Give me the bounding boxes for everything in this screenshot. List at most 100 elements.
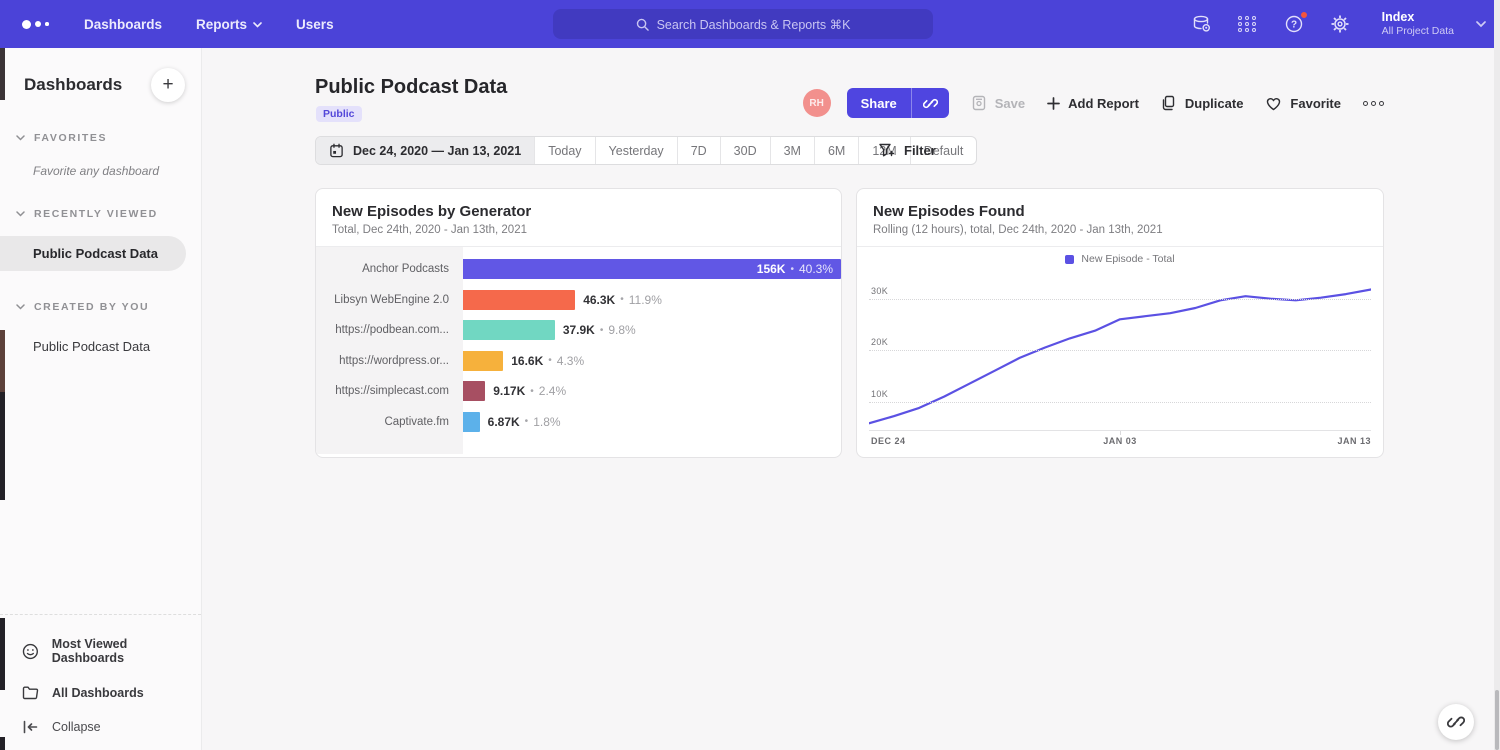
- share-link-button[interactable]: [911, 88, 949, 118]
- sidebar-section-created-by-you[interactable]: CREATED BY YOU: [16, 301, 201, 313]
- duplicate-button[interactable]: Duplicate: [1161, 95, 1244, 111]
- preset-today[interactable]: Today: [535, 137, 595, 164]
- bar-simplecast[interactable]: [463, 381, 485, 401]
- preset-3m[interactable]: 3M: [771, 137, 815, 164]
- bar-wordpress[interactable]: [463, 351, 503, 371]
- nav-item-label: Reports: [196, 17, 247, 32]
- nav-item-users[interactable]: Users: [296, 17, 334, 32]
- bar-captivate[interactable]: [463, 412, 480, 432]
- all-dashboards-button[interactable]: All Dashboards: [22, 675, 201, 710]
- bar-value: 6.87K: [488, 415, 520, 429]
- filter-funnel-icon: [878, 142, 895, 159]
- mixpanel-logo-icon[interactable]: [22, 20, 66, 29]
- card-new-episodes-found[interactable]: New Episodes Found Rolling (12 hours), t…: [856, 188, 1384, 458]
- add-report-label: Add Report: [1068, 96, 1139, 111]
- value-separator: •: [620, 294, 624, 305]
- nav-right-icons: ? Index All Project Data: [1192, 0, 1486, 48]
- bar-chart-plot: 156K•40.3% 46.3K•11.9% 37.9K•9.8% 16.6K•…: [463, 247, 841, 454]
- settings-gear-icon[interactable]: [1330, 14, 1350, 34]
- copy-link-fab[interactable]: [1438, 704, 1474, 740]
- bar-chart-category-axis: Anchor Podcasts Libsyn WebEngine 2.0 htt…: [316, 247, 463, 454]
- bar-row[interactable]: 37.9K•9.8%: [463, 315, 841, 346]
- chart-legend[interactable]: New Episode - Total: [857, 247, 1383, 271]
- bar-value: 37.9K: [563, 323, 595, 337]
- scrollbar[interactable]: [1494, 0, 1500, 750]
- search-input[interactable]: Search Dashboards & Reports ⌘K: [553, 9, 933, 39]
- project-subtitle: All Project Data: [1382, 25, 1454, 38]
- preset-30d[interactable]: 30D: [721, 137, 771, 164]
- preset-6m[interactable]: 6M: [815, 137, 859, 164]
- project-name: Index: [1382, 10, 1454, 25]
- section-label: RECENTLY VIEWED: [34, 208, 158, 220]
- bar-row[interactable]: 9.17K•2.4%: [463, 376, 841, 407]
- bar-libsyn[interactable]: [463, 290, 575, 310]
- nav-item-reports[interactable]: Reports: [196, 17, 262, 32]
- bar-value: 46.3K: [583, 293, 615, 307]
- line-chart-plot: 30K 20K 10K: [869, 273, 1371, 430]
- bar-anchor-podcasts[interactable]: 156K•40.3%: [463, 259, 841, 279]
- line-series[interactable]: [869, 290, 1371, 424]
- desktop-edge-artifact: [0, 737, 5, 750]
- gridline: [869, 402, 1371, 403]
- card-title: New Episodes by Generator: [332, 203, 825, 220]
- favorite-button[interactable]: Favorite: [1265, 96, 1341, 111]
- card-title: New Episodes Found: [873, 203, 1367, 220]
- project-switcher[interactable]: Index All Project Data: [1382, 10, 1486, 38]
- favorites-hint: Favorite any dashboard: [33, 164, 201, 178]
- date-range-picker[interactable]: Dec 24, 2020 — Jan 13, 2021: [316, 137, 535, 164]
- card-subtitle: Total, Dec 24th, 2020 - Jan 13th, 2021: [332, 224, 825, 236]
- preset-yesterday[interactable]: Yesterday: [596, 137, 678, 164]
- chevron-down-icon: [16, 135, 25, 141]
- top-nav: Dashboards Reports Users Search Dashboar…: [0, 0, 1500, 48]
- x-axis-tick: JAN 03: [1103, 436, 1137, 446]
- duplicate-label: Duplicate: [1185, 96, 1244, 111]
- search-placeholder: Search Dashboards & Reports ⌘K: [657, 17, 851, 32]
- bar-percent: 9.8%: [608, 323, 635, 337]
- bar-row[interactable]: 16.6K•4.3%: [463, 346, 841, 377]
- data-management-icon[interactable]: [1192, 14, 1212, 34]
- add-dashboard-button[interactable]: +: [151, 68, 185, 102]
- category-label: https://wordpress.or...: [316, 346, 463, 377]
- collapse-sidebar-button[interactable]: Collapse: [22, 710, 201, 744]
- nav-item-label: Dashboards: [84, 17, 162, 32]
- filter-button[interactable]: Filter: [878, 136, 936, 165]
- date-range-label: Dec 24, 2020 — Jan 13, 2021: [353, 144, 521, 158]
- desktop-edge-artifact: [0, 48, 5, 100]
- public-badge: Public: [316, 106, 362, 122]
- filter-label: Filter: [904, 143, 936, 158]
- scrollbar-thumb[interactable]: [1495, 690, 1499, 750]
- nav-item-dashboards[interactable]: Dashboards: [84, 17, 162, 32]
- sidebar-item-public-podcast-data-created[interactable]: Public Podcast Data: [0, 329, 201, 364]
- svg-text:?: ?: [1291, 20, 1297, 31]
- sidebar-section-recently-viewed[interactable]: RECENTLY VIEWED: [16, 208, 201, 220]
- section-label: CREATED BY YOU: [34, 301, 149, 313]
- link-icon: [923, 96, 938, 111]
- save-label: Save: [995, 96, 1025, 111]
- nav-menu: Dashboards Reports Users: [84, 17, 334, 32]
- bar-podbean[interactable]: [463, 320, 555, 340]
- apps-grid-icon[interactable]: [1238, 14, 1258, 34]
- avatar[interactable]: RH: [803, 89, 831, 117]
- bar-row[interactable]: 6.87K•1.8%: [463, 407, 841, 438]
- bar-row[interactable]: 156K•40.3%: [463, 254, 841, 285]
- help-icon[interactable]: ?: [1284, 14, 1304, 34]
- chevron-down-icon: [16, 211, 25, 217]
- bar-percent: 40.3%: [799, 262, 833, 276]
- bar-value: 156K: [757, 262, 786, 276]
- plus-icon: [1047, 97, 1060, 110]
- x-axis-tick: JAN 13: [1337, 436, 1371, 446]
- collapse-icon: [22, 720, 39, 734]
- save-icon: [971, 95, 987, 111]
- save-button[interactable]: Save: [971, 95, 1025, 111]
- bar-row[interactable]: 46.3K•11.9%: [463, 285, 841, 316]
- chevron-down-icon: [16, 304, 25, 310]
- sidebar-section-favorites[interactable]: FAVORITES: [16, 132, 201, 144]
- more-options-button[interactable]: [1363, 101, 1384, 106]
- sidebar-item-public-podcast-data[interactable]: Public Podcast Data: [0, 236, 186, 271]
- most-viewed-dashboards-button[interactable]: Most Viewed Dashboards: [22, 627, 201, 675]
- card-new-episodes-by-generator[interactable]: New Episodes by Generator Total, Dec 24t…: [315, 188, 842, 458]
- preset-7d[interactable]: 7D: [678, 137, 721, 164]
- value-separator: •: [530, 386, 534, 397]
- add-report-button[interactable]: Add Report: [1047, 96, 1139, 111]
- share-button[interactable]: Share: [847, 88, 911, 118]
